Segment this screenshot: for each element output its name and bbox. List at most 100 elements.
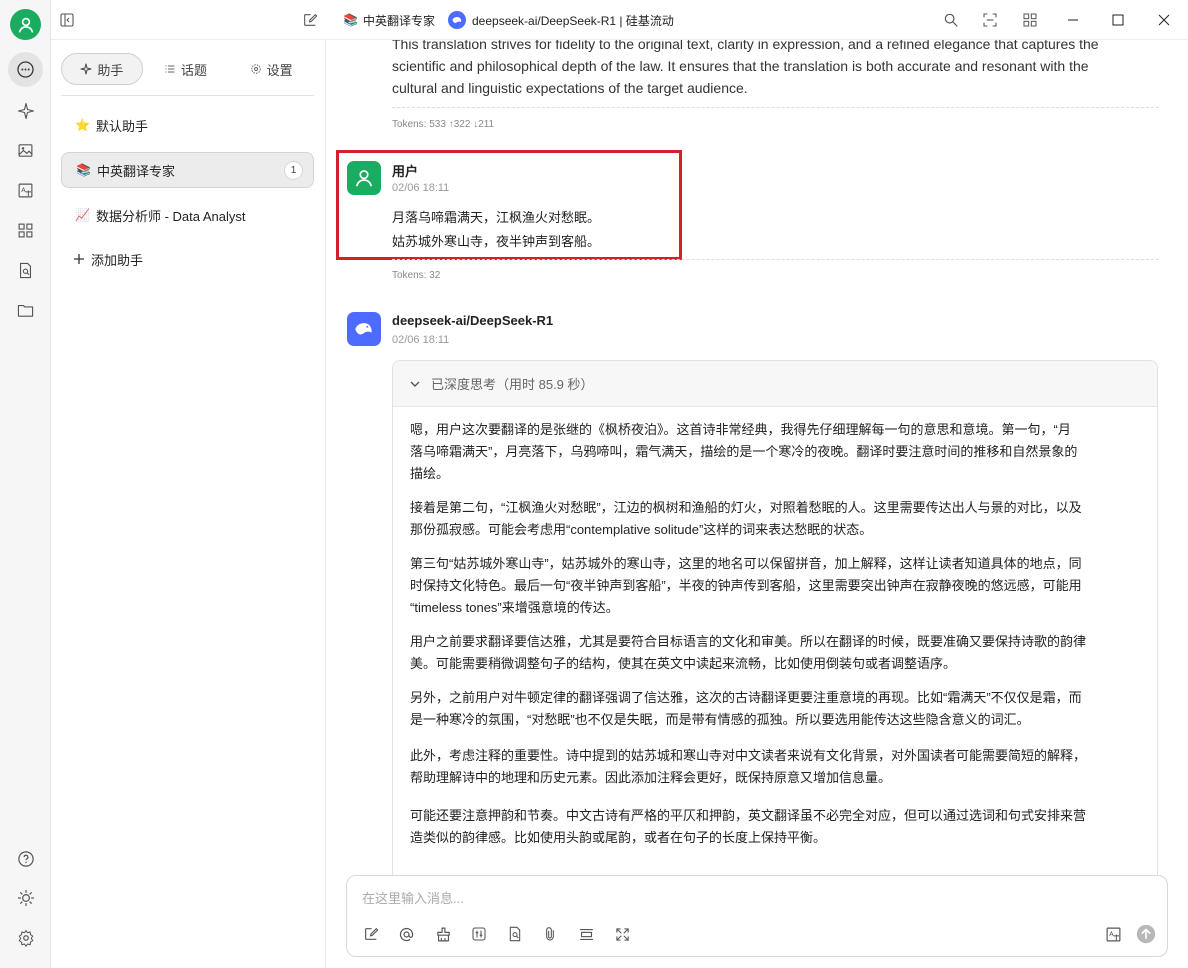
scan-icon[interactable] xyxy=(982,0,998,40)
assistant-message-time: 02/06 18:11 xyxy=(392,334,450,346)
svg-text:A: A xyxy=(21,186,26,194)
list-icon xyxy=(165,65,175,73)
divider xyxy=(61,95,314,96)
books-icon: 📚 xyxy=(343,13,358,27)
add-assistant-button[interactable]: 添加助手 xyxy=(61,241,314,277)
books-icon: 📚 xyxy=(76,163,91,177)
thinking-panel: 已深度思考（用时 85.9 秒） 嗯，用户这次要翻译的是张继的《枫桥夜泊》。这首… xyxy=(392,360,1158,920)
assistant-item-data-analyst[interactable]: 📈 数据分析师 - Data Analyst xyxy=(61,197,314,233)
close-icon[interactable] xyxy=(1158,0,1170,40)
help-icon[interactable] xyxy=(8,841,43,876)
thinking-line: 落乌啼霜满天”，月亮落下，乌鸦啼叫，霜气满天，描绘的是一个寒冷的夜晚。翻译时要注… xyxy=(410,444,1078,459)
message-divider xyxy=(392,259,1159,260)
assistant-item-label: 默认助手 xyxy=(95,118,148,134)
tab-topics-label: 话题 xyxy=(181,62,208,78)
chevron-down-icon xyxy=(410,381,420,387)
highlight-box xyxy=(336,150,682,260)
folder-icon[interactable] xyxy=(8,293,43,328)
thinking-line: 那份孤寂感。可能会考虑用“contemplative solitude”这样的词… xyxy=(410,522,873,537)
tab-topics[interactable]: 话题 xyxy=(143,53,229,85)
theme-icon[interactable] xyxy=(8,880,43,915)
tab-settings-label: 设置 xyxy=(266,62,293,78)
model-selector[interactable]: deepseek-ai/DeepSeek-R1 | 硅基流动 xyxy=(448,0,674,40)
send-button[interactable] xyxy=(1136,924,1156,944)
user-tokens: Tokens: 32 xyxy=(392,270,441,281)
new-topic-icon[interactable] xyxy=(361,924,381,944)
thinking-toggle[interactable]: 已深度思考（用时 85.9 秒） xyxy=(393,361,1157,407)
thinking-line: 嗯，用户这次要翻译的是张继的《枫桥夜泊》。这首诗非常经典，我得先仔细理解每一句的… xyxy=(410,422,1071,437)
assistant-title-label: 中英翻译专家 xyxy=(362,13,435,28)
left-rail: A xyxy=(0,0,51,968)
mention-icon[interactable] xyxy=(396,924,416,944)
maximize-icon[interactable] xyxy=(1112,0,1124,40)
search-icon[interactable] xyxy=(943,0,959,40)
gear-icon xyxy=(250,64,261,74)
attachment-icon[interactable] xyxy=(540,924,560,944)
settings-icon[interactable] xyxy=(8,920,43,955)
assistant-name: deepseek-ai/DeepSeek-R1 xyxy=(392,313,554,328)
thinking-line: “timeless tones”来增强意境的传达。 xyxy=(410,600,619,615)
svg-text:A: A xyxy=(1109,929,1114,937)
previous-message-text: This translation strives for fidelity to… xyxy=(392,40,1182,99)
thinking-line: 另外，之前用户对牛顿定律的翻译强调了信达雅，这次的古诗翻译更要注重意境的再现。比… xyxy=(410,690,1082,705)
assistant-title: 📚 中英翻译专家 xyxy=(343,0,435,40)
new-chat-icon[interactable] xyxy=(302,0,318,40)
thinking-line: 帮助理解诗中的地理和历史元素。因此添加注释会更好，既保持原意又增加信息量。 xyxy=(410,770,892,785)
deepseek-logo-icon xyxy=(448,11,466,29)
assistant-item-default[interactable]: ⭐ 默认助手 xyxy=(61,107,314,143)
context-icon[interactable] xyxy=(576,924,596,944)
knowledge-icon[interactable] xyxy=(8,253,43,288)
thinking-paragraph: 接着是第二句，“江枫渔火对愁眠”，江边的枫树和渔船的灯火，对照着愁眠的人。这里需… xyxy=(410,497,1140,541)
previous-message-line: This translation strives for fidelity to… xyxy=(392,40,1099,52)
sparkle-icon xyxy=(80,63,92,75)
apps-icon[interactable] xyxy=(8,213,43,248)
layout-icon[interactable] xyxy=(1022,0,1038,40)
previous-tokens: Tokens: 533 ↑322 ↓211 xyxy=(392,119,495,130)
sliders-icon[interactable] xyxy=(469,924,489,944)
thinking-label: 已深度思考（用时 85.9 秒） xyxy=(431,377,594,392)
thinking-line: 描绘。 xyxy=(410,466,450,481)
sidebar-toggle-icon[interactable] xyxy=(59,0,75,40)
assistant-item-label: 数据分析师 - Data Analyst xyxy=(95,208,246,224)
minimize-icon[interactable] xyxy=(1067,0,1079,40)
topic-count-badge: 1 xyxy=(284,161,303,180)
thinking-line: 美。可能需要稍微调整句子的结构，使其在英文中读起来流畅，比如使用倒装句或者调整语… xyxy=(410,656,957,671)
expand-icon[interactable] xyxy=(612,924,632,944)
clear-icon[interactable] xyxy=(433,924,453,944)
thinking-paragraph: 此外，考虑注释的重要性。诗中提到的姑苏城和寒山寺对中文读者来说有文化背景，对外国… xyxy=(410,745,1140,789)
assistant-item-label: 中英翻译专家 xyxy=(96,163,175,179)
thinking-line: 此外，考虑注释的重要性。诗中提到的姑苏城和寒山寺对中文读者来说有文化背景，对外国… xyxy=(410,748,1087,763)
previous-message-line: scientific and philosophical depth of th… xyxy=(392,58,1089,74)
thinking-line: 第三句“姑苏城外寒山寺”，姑苏城外的寒山寺，这里的地名可以保留拼音，加上解释，这… xyxy=(410,556,1082,571)
thinking-line: 用户之前要求翻译要信达雅，尤其是要符合目标语言的文化和审美。所以在翻译的时候，既… xyxy=(410,634,1087,649)
thinking-line: 是一种寒冷的氛围，“对愁眠”也不仅是失眠，而是带有情感的孤独。所以要选用能传达这… xyxy=(410,712,1030,727)
image-icon[interactable] xyxy=(8,133,43,168)
message-input[interactable]: 在这里输入消息... xyxy=(362,888,464,907)
message-composer: 在这里输入消息... A xyxy=(346,875,1168,957)
translate-icon[interactable]: A xyxy=(8,173,43,208)
thinking-paragraph: 用户之前要求翻译要信达雅，尤其是要符合目标语言的文化和审美。所以在翻译的时候，既… xyxy=(410,631,1140,675)
chart-icon: 📈 xyxy=(75,208,90,222)
deepseek-logo-icon xyxy=(347,312,381,346)
thinking-line: 造类似的韵律感。比如使用头韵或尾韵，或者在句子的长度上保持平衡。 xyxy=(410,830,827,845)
tab-settings[interactable]: 设置 xyxy=(228,53,314,85)
user-avatar-icon[interactable] xyxy=(10,9,41,40)
knowledge-search-icon[interactable] xyxy=(505,924,525,944)
chat-icon[interactable] xyxy=(8,52,43,87)
thinking-paragraph: 可能还要注意押韵和节奏。中文古诗有严格的平仄和押韵，英文翻译虽不必完全对应，但可… xyxy=(410,805,1140,849)
thinking-paragraph: 第三句“姑苏城外寒山寺”，姑苏城外的寒山寺，这里的地名可以保留拼音，加上解释，这… xyxy=(410,553,1140,619)
plus-icon xyxy=(74,254,84,264)
assistants-panel: 助手 话题 设置 ⭐ 默认助手 📚 中英翻译专家 1 📈 数据分析师 - Dat… xyxy=(51,40,326,968)
add-assistant-label: 添加助手 xyxy=(91,252,144,268)
thinking-line: 时保持文化特色。最后一句“夜半钟声到客船”，半夜的钟声传到客船，这里需要突出钟声… xyxy=(410,578,1082,593)
star-icon: ⭐ xyxy=(75,118,90,132)
thinking-line: 接着是第二句，“江枫渔火对愁眠”，江边的枫树和渔船的灯火，对照着愁眠的人。这里需… xyxy=(410,500,1082,515)
chat-area: This translation strives for fidelity to… xyxy=(326,40,1188,968)
panel-tabs: 助手 话题 设置 xyxy=(61,52,314,86)
assistant-item-translator[interactable]: 📚 中英翻译专家 1 xyxy=(61,152,314,188)
tab-assistants[interactable]: 助手 xyxy=(61,53,143,85)
thinking-line: 可能还要注意押韵和节奏。中文古诗有严格的平仄和押韵，英文翻译虽不必完全对应，但可… xyxy=(410,808,1087,823)
sparkle-icon[interactable] xyxy=(8,93,43,128)
translate-input-icon[interactable]: A xyxy=(1103,924,1123,944)
model-selector-label: deepseek-ai/DeepSeek-R1 | 硅基流动 xyxy=(472,13,674,28)
